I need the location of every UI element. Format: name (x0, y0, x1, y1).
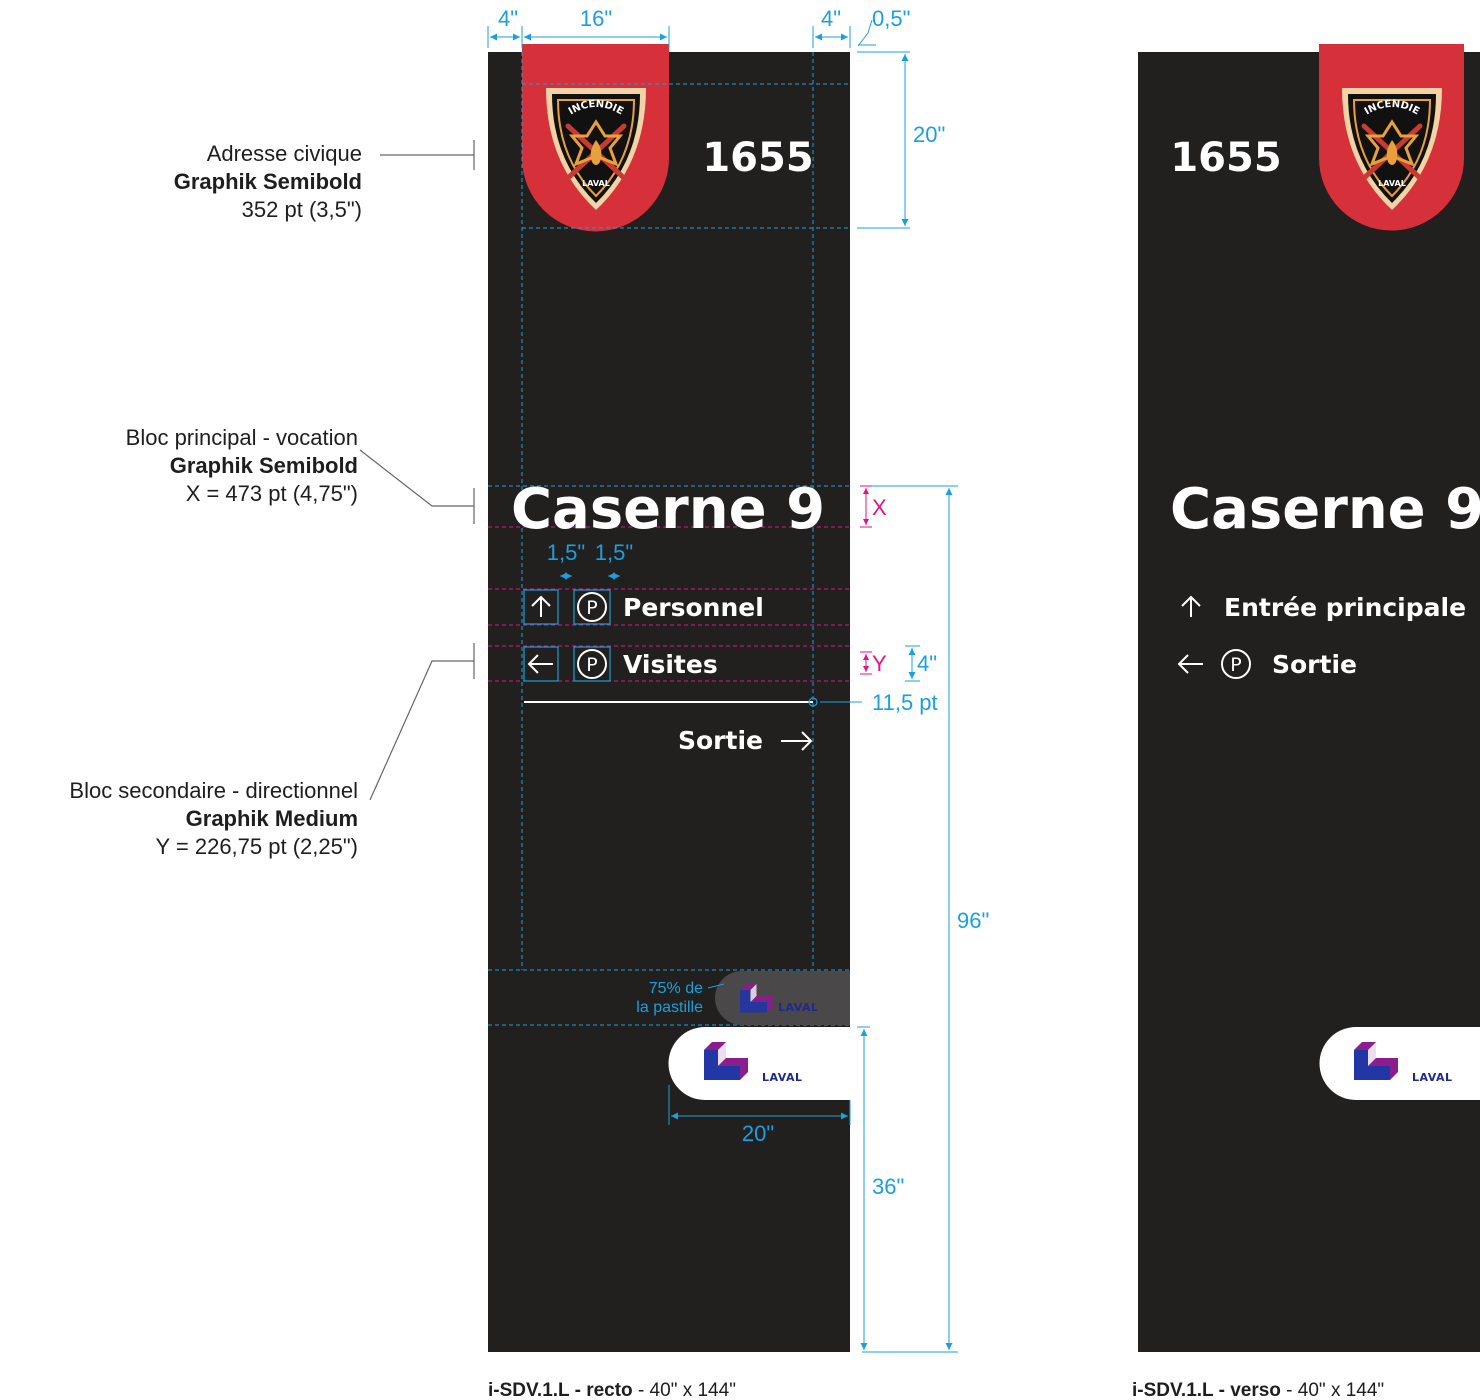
recto-panel: INCENDIE LAVAL 1655 Caserne 9 P Personne… (488, 44, 850, 1352)
svg-text:4": 4" (821, 6, 841, 31)
verso-civic-number: 1655 (1170, 135, 1281, 181)
verso-background (1138, 52, 1480, 1352)
verso-direction-entree: Entrée principale (1181, 593, 1466, 622)
svg-text:P: P (586, 654, 597, 676)
svg-text:Visites: Visites (623, 650, 718, 679)
recto-civic-number: 1655 (702, 135, 813, 181)
svg-text:Adresse civique: Adresse civique (207, 141, 362, 166)
svg-text:4": 4" (498, 6, 518, 31)
recto-magenta-dimensions (860, 485, 872, 675)
svg-text:Entrée principale: Entrée principale (1224, 593, 1466, 622)
svg-text:Y = 226,75 pt (2,25"): Y = 226,75 pt (2,25") (156, 834, 359, 859)
svg-text:la pastille: la pastille (636, 999, 703, 1016)
annotation-address: Adresse civique Graphik Semibold 352 pt … (174, 140, 475, 222)
svg-text:LAVAL: LAVAL (1378, 179, 1406, 188)
svg-text:LAVAL: LAVAL (778, 1001, 819, 1014)
svg-text:X: X (872, 495, 887, 520)
svg-text:Bloc secondaire - directionnel: Bloc secondaire - directionnel (69, 778, 358, 803)
svg-text:96": 96" (957, 908, 989, 933)
svg-text:16": 16" (580, 6, 612, 31)
svg-text:1,5": 1,5" (595, 540, 633, 565)
svg-text:Bloc principal - vocation: Bloc principal - vocation (126, 425, 358, 450)
recto-title: Caserne 9 (511, 477, 825, 542)
recto-caption: i-SDV.1.L - recto - 40" x 144" (488, 1380, 736, 1400)
svg-text:P: P (1230, 654, 1241, 676)
verso-badge: INCENDIE LAVAL (1319, 44, 1464, 231)
svg-text:20": 20" (913, 122, 945, 147)
svg-text:Graphik Semibold: Graphik Semibold (170, 453, 358, 478)
svg-text:P: P (586, 597, 597, 619)
svg-text:Sortie: Sortie (1272, 650, 1357, 679)
svg-text:Y: Y (872, 651, 887, 676)
recto-badge: INCENDIE LAVAL (522, 44, 669, 232)
verso-logo-pill: LAVAL (1319, 1027, 1480, 1100)
svg-text:1,5": 1,5" (547, 540, 585, 565)
svg-text:4": 4" (917, 651, 937, 676)
verso-title: Caserne 9 (1170, 477, 1480, 542)
svg-text:11,5 pt: 11,5 pt (872, 690, 938, 715)
svg-text:Graphik Semibold: Graphik Semibold (174, 169, 362, 194)
recto-logo-pill: LAVAL (668, 1027, 850, 1100)
recto-logo-pill-reduced: LAVAL (715, 971, 850, 1025)
svg-text:LAVAL: LAVAL (1412, 1071, 1453, 1084)
signage-spec-drawing: Adresse civique Graphik Semibold 352 pt … (69, 6, 1480, 1400)
svg-text:36": 36" (872, 1174, 904, 1199)
annotation-main-block: Bloc principal - vocation Graphik Semibo… (126, 425, 475, 524)
svg-text:0,5": 0,5" (872, 6, 910, 31)
svg-text:LAVAL: LAVAL (582, 179, 610, 188)
annotation-secondary-block: Bloc secondaire - directionnel Graphik M… (69, 643, 475, 859)
svg-text:352 pt (3,5"): 352 pt (3,5") (242, 197, 362, 222)
svg-text:X = 473 pt (4,75"): X = 473 pt (4,75") (186, 481, 358, 506)
svg-text:Sortie: Sortie (678, 726, 763, 755)
svg-text:Graphik Medium: Graphik Medium (186, 806, 358, 831)
svg-text:20": 20" (742, 1121, 774, 1146)
verso-caption: i-SDV.1.L - verso - 40" x 144" (1132, 1380, 1384, 1400)
verso-panel: INCENDIE LAVAL 1655 Caserne 9 Entrée pri… (1138, 44, 1480, 1352)
svg-text:Personnel: Personnel (623, 593, 764, 622)
svg-text:75% de: 75% de (649, 980, 703, 997)
svg-text:LAVAL: LAVAL (762, 1071, 803, 1084)
